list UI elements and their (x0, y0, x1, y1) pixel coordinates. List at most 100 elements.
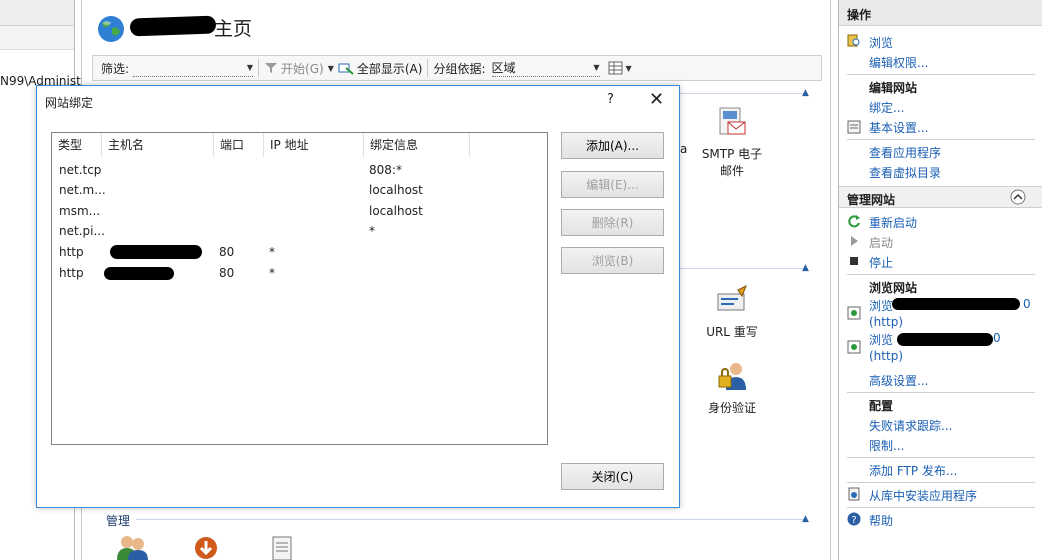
users-icon[interactable] (116, 534, 150, 560)
section-divider (847, 74, 1035, 75)
remove-binding-button[interactable]: 删除(R) (561, 209, 664, 236)
site-bindings-dialog: 网站绑定 ? ✕ 类型 主机名 端口 IP 地址 绑定信息 net.tcp 80… (36, 85, 680, 508)
action-view-virtual-directories[interactable]: 查看虚拟目录 (869, 164, 941, 181)
collapse-group-icon[interactable]: ▲ (802, 88, 809, 98)
group-divider (136, 519, 807, 520)
action-browse-binding-1[interactable]: 浏览 (869, 297, 893, 314)
action-browse[interactable]: 浏览 (869, 34, 893, 51)
action-browse-binding-2-protocol[interactable]: (http) (869, 349, 903, 363)
settings-page-icon (847, 120, 861, 134)
add-binding-button[interactable]: 添加(A)... (561, 132, 664, 159)
browse-binding-button[interactable]: 浏览(B) (561, 247, 664, 274)
start-filter-button[interactable]: 开始(G) (264, 60, 324, 77)
cell-binding-info: localhost (369, 204, 423, 218)
dropdown-arrow-icon: ▼ (246, 63, 254, 72)
action-limits[interactable]: 限制... (869, 437, 904, 454)
help-button[interactable]: ? (607, 92, 614, 107)
browse-icon (847, 34, 860, 47)
action-browse-binding-2-suffix: 0 (993, 331, 1001, 345)
action-basic-settings[interactable]: 基本设置... (869, 119, 928, 136)
cell-ip-address: * (269, 245, 275, 259)
toolbar-separator (258, 59, 260, 77)
section-divider (847, 139, 1035, 140)
column-header-host-name[interactable]: 主机名 (102, 133, 214, 157)
show-all-button[interactable]: 全部显示(A) (338, 60, 422, 77)
edit-binding-button[interactable]: 编辑(E)... (561, 171, 664, 198)
download-icon[interactable] (192, 536, 220, 560)
close-icon[interactable]: ✕ (649, 89, 664, 110)
section-browse-site: 浏览网站 (869, 281, 918, 295)
actions-title: 操作 (839, 0, 1042, 26)
section-divider (847, 392, 1035, 393)
action-failed-request-tracing[interactable]: 失败请求跟踪... (869, 417, 952, 434)
document-icon[interactable] (270, 536, 294, 560)
action-browse-binding-1-suffix: 0 (1023, 297, 1031, 311)
section-divider (847, 482, 1035, 483)
view-mode-button[interactable]: ▼ (608, 61, 632, 75)
collapse-group-icon[interactable]: ▲ (802, 514, 809, 524)
section-divider (847, 457, 1035, 458)
group-by-select[interactable]: 区域 ▼ (491, 59, 600, 77)
filter-input[interactable]: ▼ (133, 59, 254, 77)
show-all-icon (338, 63, 354, 75)
start-dropdown-arrow-icon[interactable]: ▼ (328, 64, 334, 73)
actions-pane: 操作 浏览 编辑权限... 编辑网站 绑定... 基本设置... 查看应用程序 … (838, 0, 1042, 560)
globe-icon (98, 16, 124, 42)
browse-site-icon (847, 306, 861, 320)
cell-ip-address: * (269, 266, 275, 280)
cell-type: net.m... (59, 183, 106, 197)
action-add-ftp-publishing[interactable]: 添加 FTP 发布... (869, 462, 957, 479)
dialog-title: 网站绑定 (45, 96, 94, 110)
action-advanced-settings[interactable]: 高级设置... (869, 372, 928, 389)
connections-toolbar (0, 26, 74, 50)
filter-label: 筛选: (101, 61, 130, 76)
funnel-icon (265, 63, 278, 73)
action-edit-permissions[interactable]: 编辑权限... (869, 54, 928, 71)
cell-binding-info: 808:* (369, 163, 402, 177)
group-header-manage[interactable]: 管理 (106, 512, 130, 529)
cell-type: http (59, 245, 84, 259)
action-browse-binding-1-protocol[interactable]: (http) (869, 315, 903, 329)
smtp-mail-icon (719, 107, 746, 135)
bindings-list[interactable]: 类型 主机名 端口 IP 地址 绑定信息 net.tcp 808:* net.m… (51, 132, 548, 445)
action-help[interactable]: 帮助 (869, 512, 893, 529)
action-start[interactable]: 启动 (869, 234, 893, 251)
cell-type: net.tcp (59, 163, 102, 177)
action-stop[interactable]: 停止 (869, 254, 893, 271)
feature-url-rewrite[interactable]: URL 重写 (672, 284, 792, 340)
action-view-applications[interactable]: 查看应用程序 (869, 144, 941, 161)
browse-site-icon (847, 340, 861, 354)
action-browse-binding-2[interactable]: 浏览 (869, 331, 893, 348)
section-divider (847, 507, 1035, 508)
action-restart[interactable]: 重新启动 (869, 214, 917, 231)
page-title: 主页 (214, 18, 253, 40)
column-header-port[interactable]: 端口 (214, 133, 264, 157)
column-header-ip-address[interactable]: IP 地址 (264, 133, 364, 157)
redaction-mark (892, 298, 1020, 310)
column-header-type[interactable]: 类型 (52, 133, 102, 157)
cell-port: 80 (219, 266, 235, 280)
cell-type: net.pi... (59, 224, 105, 238)
url-rewrite-icon (717, 284, 747, 311)
help-icon: ? (847, 512, 861, 526)
dropdown-arrow-icon: ▼ (593, 63, 600, 72)
restart-icon (848, 215, 860, 228)
cell-binding-info: localhost (369, 183, 423, 197)
section-divider (847, 274, 1035, 275)
user-lock-icon (718, 363, 746, 390)
start-icon (851, 236, 858, 246)
cell-binding-info: * (369, 224, 375, 238)
redaction-mark (104, 267, 174, 280)
action-bindings[interactable]: 绑定... (869, 99, 904, 116)
feature-label: URL 重写 (706, 325, 758, 339)
redaction-mark (110, 245, 202, 259)
feature-smtp[interactable]: SMTP 电子 邮件 (672, 106, 792, 179)
feature-authentication[interactable]: 身份验证 (672, 360, 792, 416)
close-button[interactable]: 关闭(C) (561, 463, 664, 490)
group-by-label: 分组依据: (433, 61, 486, 76)
toolbar-separator (427, 59, 429, 77)
column-header-binding-info[interactable]: 绑定信息 (364, 133, 470, 157)
collapse-section-icon[interactable] (1010, 189, 1026, 205)
action-install-from-gallery[interactable]: 从库中安装应用程序 (869, 487, 977, 504)
collapse-group-icon[interactable]: ▲ (802, 263, 809, 273)
